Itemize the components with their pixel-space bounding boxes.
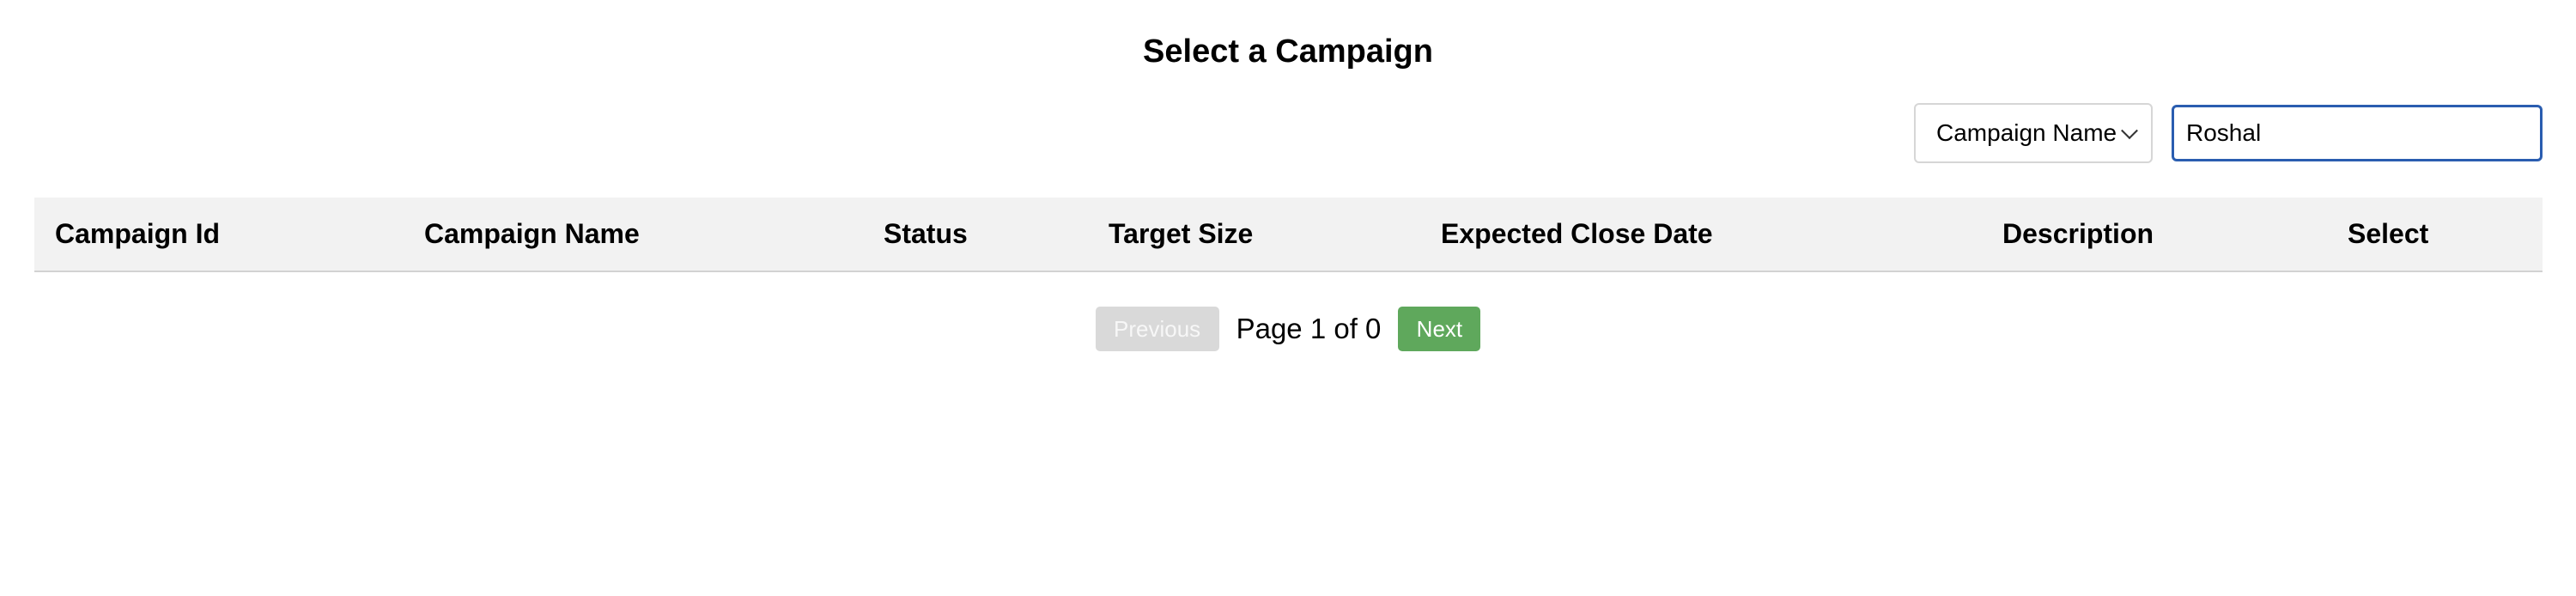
chevron-down-icon xyxy=(2121,122,2138,140)
search-field-select-value: Campaign Name xyxy=(1936,119,2117,146)
next-button[interactable]: Next xyxy=(1398,307,1481,351)
column-header-description: Description xyxy=(2002,218,2154,249)
search-field-select[interactable]: Campaign Name xyxy=(1914,103,2153,163)
page-title: Select a Campaign xyxy=(1143,33,1433,70)
column-header-status: Status xyxy=(884,218,968,249)
column-header-expected-close-date: Expected Close Date xyxy=(1441,218,1713,249)
table-header-row: Campaign Id Campaign Name Status Target … xyxy=(34,198,2543,271)
column-header-campaign-id: Campaign Id xyxy=(55,218,221,249)
pagination: Previous Page 1 of 0 Next xyxy=(0,307,2576,351)
page-info: Page 1 of 0 xyxy=(1236,313,1382,344)
campaign-table: Campaign Id Campaign Name Status Target … xyxy=(34,198,2543,272)
campaign-selector-page: Select a Campaign Campaign Name Campaign… xyxy=(0,0,2576,596)
column-header-target-size: Target Size xyxy=(1109,218,1254,249)
search-input[interactable] xyxy=(2172,105,2543,161)
previous-button[interactable]: Previous xyxy=(1095,307,1219,351)
column-header-select: Select xyxy=(2348,218,2429,249)
column-header-campaign-name: Campaign Name xyxy=(424,218,640,249)
